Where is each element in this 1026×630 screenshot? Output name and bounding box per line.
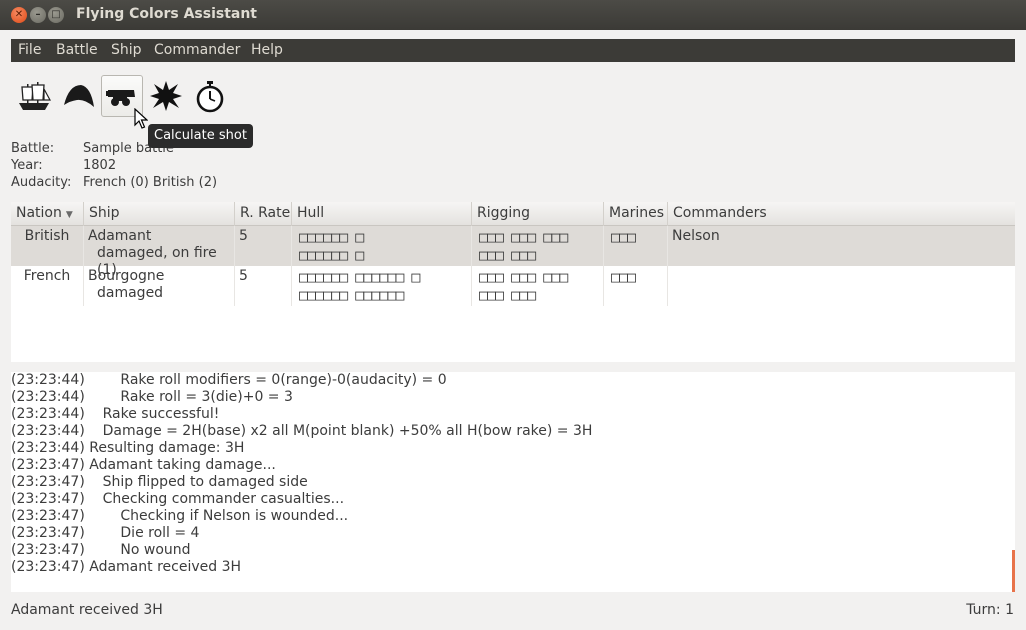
explosion-tool-button[interactable] [145,75,187,117]
commander-tool-button[interactable] [58,75,100,117]
mouse-pointer-icon [134,108,148,129]
column-header-nation[interactable]: Nation ▼ [11,202,84,226]
minimize-window-button[interactable]: – [30,7,46,23]
log-line: (23:23:47) Checking if Nelson is wounded… [11,508,349,524]
hull-boxes-row: □□□□□□ □□□□□□ [299,286,404,304]
ship-tool-button[interactable] [13,75,55,117]
sort-descending-icon: ▼ [65,210,73,220]
ships-table: Nation ▼ Ship R. Rate Hull Rigging Marine… [11,202,1015,362]
hull-boxes-row: □□□□□□ □□□□□□ □ [299,268,420,286]
menu-file[interactable]: File [18,42,41,58]
rigging-cell: □□□ □□□ □□□ □□□ □□□ [472,266,604,306]
log-scrollbar[interactable] [1012,550,1015,592]
close-window-button[interactable]: ✕ [11,7,27,23]
ship-name: Adamant [88,228,152,244]
nation-cell: British [11,226,84,266]
column-header-rate[interactable]: R. Rate [235,202,292,226]
ship-cell: Adamant damaged, on fire (1) [84,226,235,278]
title-bar: ✕ – □ Flying Colors Assistant [0,0,1026,30]
hull-cell: □□□□□□ □□□□□□ □ □□□□□□ □□□□□□ [292,266,472,306]
log-line: (23:23:44) Damage = 2H(base) x2 all M(po… [11,423,593,439]
rigging-boxes-row: □□□ □□□ □□□ [479,268,568,286]
menu-commander[interactable]: Commander [154,42,240,58]
log-line: (23:23:47) Die roll = 4 [11,525,200,541]
menu-help[interactable]: Help [251,42,283,58]
ship-icon [19,82,52,110]
turn-counter: Turn: 1 [966,602,1014,618]
rigging-boxes-row: □□□ □□□ [479,246,536,264]
turn-timer-button[interactable] [189,75,231,117]
marines-cell: □□□ [604,226,668,266]
log-line: (23:23:47) Adamant received 3H [11,559,242,575]
log-line: (23:23:44) Rake successful! [11,406,220,422]
menu-battle[interactable]: Battle [56,42,98,58]
table-header: Nation ▼ Ship R. Rate Hull Rigging Marine… [11,202,1015,226]
commanders-cell [668,266,1015,306]
ship-status: damaged [97,285,164,301]
column-header-marines[interactable]: Marines [604,202,668,226]
column-header-hull[interactable]: Hull [292,202,472,226]
cannon-icon [106,90,135,106]
log-line: (23:23:47) No wound [11,542,191,558]
year-value: 1802 [83,158,117,173]
column-header-ship[interactable]: Ship [84,202,235,226]
audacity-label: Audacity: [11,175,72,190]
stopwatch-icon [196,81,224,113]
commanders-cell: Nelson [672,228,720,244]
nation-cell: French [11,266,84,306]
table-row[interactable]: British Adamant damaged, on fire (1) 5 □… [11,226,1015,278]
hull-boxes-row: □□□□□□ □ [299,228,364,246]
rigging-boxes-row: □□□ □□□ [479,286,536,304]
log-line: (23:23:47) Ship flipped to damaged side [11,474,308,490]
battle-log[interactable]: (23:23:44) Rake roll modifiers = 0(range… [11,372,1015,592]
bicorne-hat-icon [64,85,94,107]
tooltip: Calculate shot [148,124,253,148]
log-line: (23:23:44) Rake roll = 3(die)+0 = 3 [11,389,293,405]
battle-label: Battle: [11,141,55,156]
ship-name: Bourgogne [88,268,165,284]
marines-cell: □□□ [604,266,668,306]
audacity-value: French (0) British (2) [83,175,218,190]
rigging-boxes-row: □□□ □□□ □□□ [479,228,568,246]
window-title: Flying Colors Assistant [76,6,258,22]
hull-cell: □□□□□□ □ □□□□□□ □ [292,226,472,266]
status-message: Adamant received 3H [11,602,163,618]
menu-bar: File Battle Ship Commander Help [11,39,1015,62]
year-label: Year: [11,158,43,173]
table-row[interactable]: French Bourgogne damaged 5 □□□□□□ □□□□□□… [11,266,1015,306]
menu-ship[interactable]: Ship [111,42,142,58]
column-header-commanders[interactable]: Commanders [668,202,1015,226]
log-line: (23:23:47) Adamant taking damage... [11,457,276,473]
ship-cell: Bourgogne damaged [84,266,235,306]
rate-cell: 5 [235,266,292,306]
rate-cell: 5 [235,226,292,266]
log-line: (23:23:47) Checking commander casualties… [11,491,345,507]
column-header-rigging[interactable]: Rigging [472,202,604,226]
rigging-cell: □□□ □□□ □□□ □□□ □□□ [472,226,604,266]
hull-boxes-row: □□□□□□ □ [299,246,364,264]
log-line: (23:23:44) Rake roll modifiers = 0(range… [11,372,447,388]
explosion-icon [150,81,182,111]
maximize-window-button[interactable]: □ [48,7,64,23]
log-line: (23:23:44) Resulting damage: 3H [11,440,245,456]
